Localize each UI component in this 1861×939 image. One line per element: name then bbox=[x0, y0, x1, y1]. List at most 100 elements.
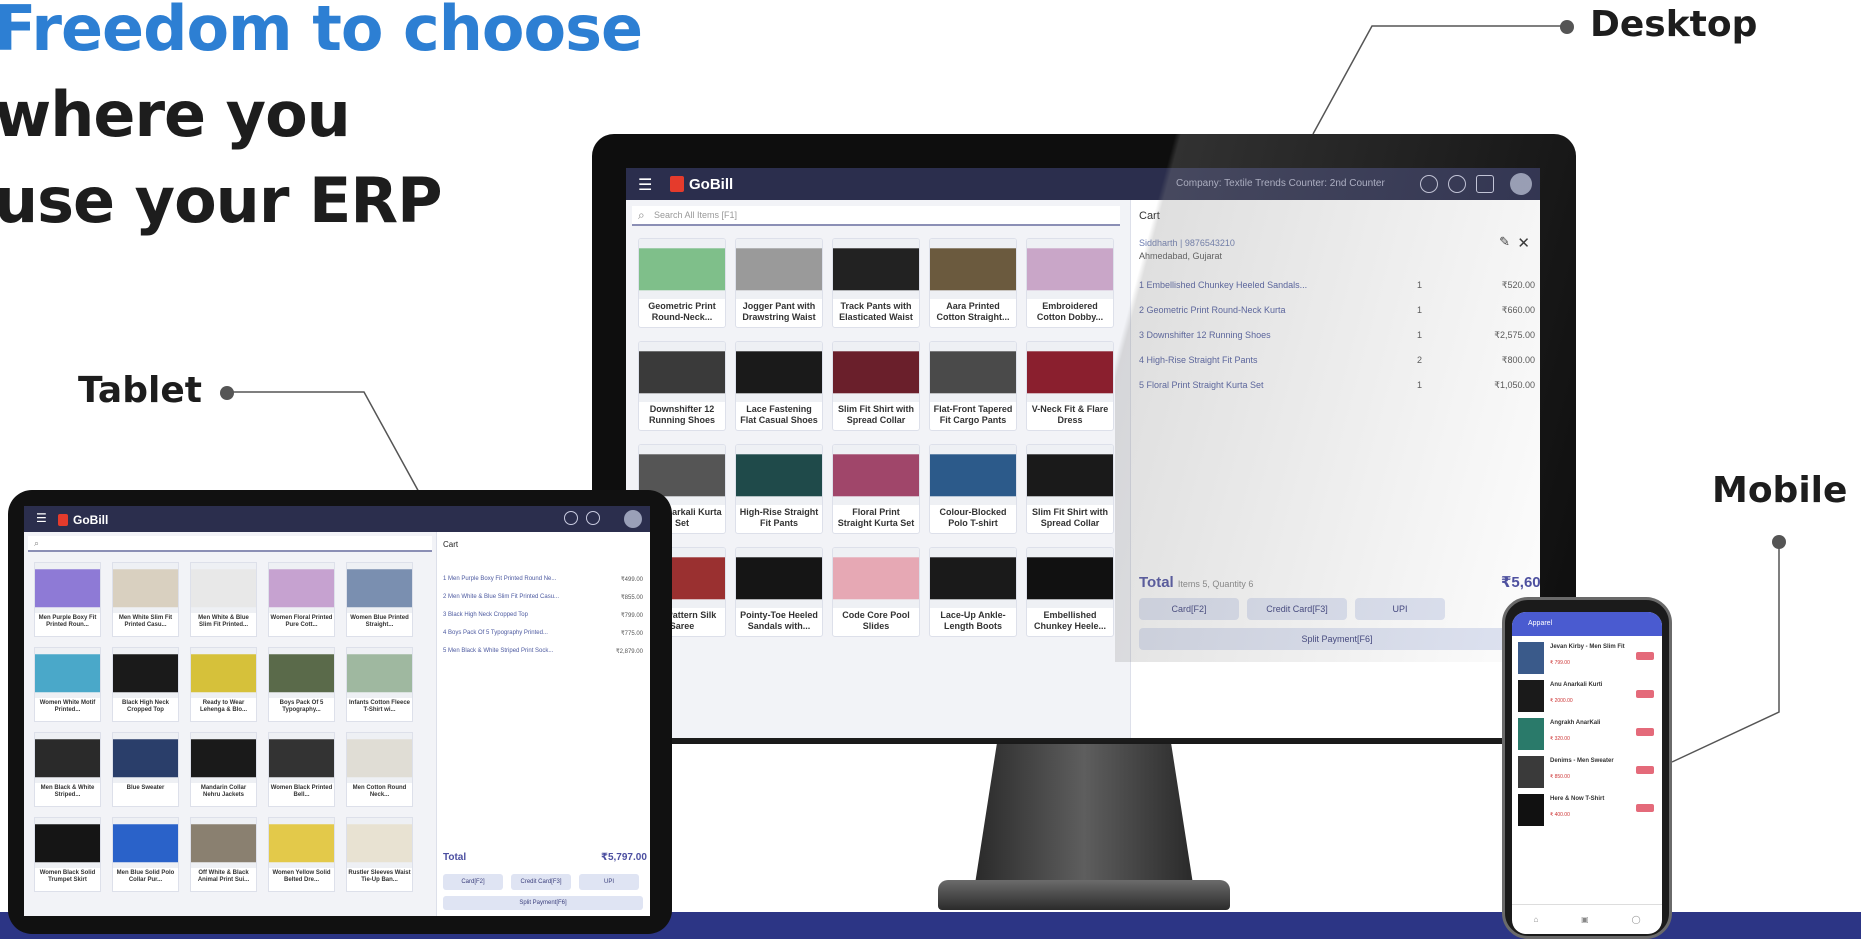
cart-line-item[interactable]: 5 Men Black & White Striped Print Sock..… bbox=[443, 648, 643, 655]
product-card[interactable]: Women Black Printed Bell... bbox=[268, 732, 335, 807]
search-icon: ⌕ bbox=[34, 538, 40, 548]
product-card[interactable]: Embellished Chunkey Heele... bbox=[1026, 547, 1114, 637]
split-payment-button[interactable]: Split Payment[F6] bbox=[1139, 628, 1535, 650]
product-card[interactable]: Women Yellow Solid Belted Dre... bbox=[268, 817, 335, 892]
mobile-product-row[interactable]: Here & Now T-Shirt ₹ 400.00 bbox=[1518, 794, 1656, 828]
product-image bbox=[191, 563, 256, 613]
product-card[interactable]: Downshifter 12 Running Shoes bbox=[638, 341, 726, 431]
cart-line-item[interactable]: 4 High-Rise Straight Fit Pants 2 ₹800.00 bbox=[1139, 355, 1535, 369]
cart-line-item[interactable]: 2 Men White & Blue Slim Fit Printed Casu… bbox=[443, 594, 643, 601]
product-card[interactable]: Men Purple Boxy Fit Printed Roun... bbox=[34, 562, 101, 637]
mobile-product-row[interactable]: Anu Anarkali Kurti ₹ 2000.00 bbox=[1518, 680, 1656, 714]
product-card[interactable]: Men Black & White Striped... bbox=[34, 732, 101, 807]
cart-customer[interactable]: Siddharth | 9876543210 bbox=[1139, 238, 1235, 248]
product-card[interactable]: Mandarin Collar Nehru Jackets bbox=[190, 732, 257, 807]
product-card[interactable]: Men Cotton Round Neck... bbox=[346, 732, 413, 807]
cart-line-item[interactable]: 3 Downshifter 12 Running Shoes 1 ₹2,575.00 bbox=[1139, 330, 1535, 344]
credit-card-button[interactable]: Credit Card[F3] bbox=[1247, 598, 1347, 620]
add-button[interactable] bbox=[1636, 728, 1654, 736]
product-name: Code Core Pool Slides bbox=[842, 610, 910, 631]
cart-line-qty: 2 bbox=[1417, 355, 1423, 365]
product-card[interactable]: Floral Print Straight Kurta Set bbox=[832, 444, 920, 534]
product-card[interactable]: Black High Neck Cropped Top bbox=[112, 647, 179, 722]
cart-line-item[interactable]: 5 Floral Print Straight Kurta Set 1 ₹1,050… bbox=[1139, 380, 1535, 394]
product-name: Women Black Printed Bell... bbox=[270, 785, 333, 798]
product-name: Black High Neck Cropped Top bbox=[121, 700, 170, 713]
callout-desktop-dot bbox=[1560, 20, 1574, 34]
product-card[interactable]: High-Rise Straight Fit Pants bbox=[735, 444, 823, 534]
product-card[interactable]: Embroidered Cotton Dobby... bbox=[1026, 238, 1114, 328]
product-card[interactable]: Women Blue Printed Straight... bbox=[346, 562, 413, 637]
cart-line-item[interactable]: 4 Boys Pack Of 5 Typography Printed... ₹7… bbox=[443, 630, 643, 637]
mobile-product-row[interactable]: Denims - Men Sweater ₹ 850.00 bbox=[1518, 756, 1656, 790]
mobile-bottom-nav: ⌂ ▣ ◯ bbox=[1512, 904, 1662, 934]
search-input[interactable]: ⌕ bbox=[28, 536, 432, 552]
product-card[interactable]: Track Pants with Elasticated Waist bbox=[832, 238, 920, 328]
product-card[interactable]: Rustler Sleeves Waist Tie-Up Ban... bbox=[346, 817, 413, 892]
product-card[interactable]: Flat-Front Tapered Fit Cargo Pants bbox=[929, 341, 1017, 431]
cart-line-item[interactable]: 1 Embellished Chunkey Heeled Sandals... 1… bbox=[1139, 280, 1535, 294]
add-button[interactable] bbox=[1636, 766, 1654, 774]
product-price: ₹ 850.00 bbox=[1550, 774, 1570, 780]
home-icon[interactable]: ⌂ bbox=[1533, 915, 1538, 924]
product-card[interactable]: Lace-Up Ankle-Length Boots bbox=[929, 547, 1017, 637]
profile-icon[interactable]: ◯ bbox=[1632, 915, 1641, 924]
product-card[interactable]: Pointy-Toe Heeled Sandals with... bbox=[735, 547, 823, 637]
close-icon[interactable]: ✕ bbox=[1517, 234, 1530, 252]
edit-icon[interactable]: ✎ bbox=[1499, 234, 1510, 250]
product-card[interactable]: Aara Printed Cotton Straight... bbox=[929, 238, 1017, 328]
sync-icon[interactable] bbox=[1420, 175, 1438, 193]
mobile-product-row[interactable]: Angrakh AnarKali ₹ 320.00 bbox=[1518, 718, 1656, 752]
upi-button[interactable]: UPI bbox=[579, 874, 639, 890]
cart-line-price: ₹2,575.00 bbox=[1494, 330, 1535, 340]
product-card[interactable]: Men White & Blue Slim Fit Printed... bbox=[190, 562, 257, 637]
search-input[interactable]: ⌕ Search All Items [F1] bbox=[632, 206, 1120, 226]
card-button[interactable]: Card[F2] bbox=[443, 874, 503, 890]
refresh-icon[interactable] bbox=[586, 511, 600, 525]
product-name: Boys Pack Of 5 Typography... bbox=[279, 700, 324, 713]
headline-line-1: Freedom to choose bbox=[0, 0, 643, 65]
product-card[interactable]: Slim Fit Shirt with Spread Collar bbox=[832, 341, 920, 431]
product-card[interactable]: Colour-Blocked Polo T-shirt bbox=[929, 444, 1017, 534]
product-card[interactable]: V-Neck Fit & Flare Dress bbox=[1026, 341, 1114, 431]
product-card[interactable]: Boys Pack Of 5 Typography... bbox=[268, 647, 335, 722]
cart-line-name: 3 Downshifter 12 Running Shoes bbox=[1139, 330, 1271, 340]
user-avatar[interactable] bbox=[1510, 173, 1532, 195]
cart-line-item[interactable]: 1 Men Purple Boxy Fit Printed Round Ne..… bbox=[443, 576, 643, 583]
callout-tablet-dot bbox=[220, 386, 234, 400]
product-card[interactable]: Women White Motif Printed... bbox=[34, 647, 101, 722]
product-card[interactable]: Blue Sweater bbox=[112, 732, 179, 807]
add-button[interactable] bbox=[1636, 690, 1654, 698]
product-card[interactable]: Men White Slim Fit Printed Casu... bbox=[112, 562, 179, 637]
cart-line-item[interactable]: 3 Black High Neck Cropped Top ₹799.00 bbox=[443, 612, 643, 619]
product-image bbox=[833, 445, 919, 505]
sync-icon[interactable] bbox=[564, 511, 578, 525]
product-card[interactable]: Jogger Pant with Drawstring Waist bbox=[735, 238, 823, 328]
product-card[interactable]: Off White & Black Animal Print Sui... bbox=[190, 817, 257, 892]
product-card[interactable]: Men Blue Solid Polo Collar Pur... bbox=[112, 817, 179, 892]
product-card[interactable]: Women Black Solid Trumpet Skirt bbox=[34, 817, 101, 892]
cart-line-item[interactable]: 2 Geometric Print Round-Neck Kurta 1 ₹660.… bbox=[1139, 305, 1535, 319]
calendar-icon[interactable] bbox=[1476, 175, 1494, 193]
split-payment-button[interactable]: Split Payment[F6] bbox=[443, 896, 643, 910]
refresh-icon[interactable] bbox=[1448, 175, 1466, 193]
product-card[interactable]: Women Floral Printed Pure Cott... bbox=[268, 562, 335, 637]
product-card[interactable]: Geometric Print Round-Neck... bbox=[638, 238, 726, 328]
hamburger-menu-icon[interactable]: ☰ bbox=[638, 175, 652, 195]
cart-icon[interactable]: ▣ bbox=[1581, 915, 1589, 924]
add-button[interactable] bbox=[1636, 652, 1654, 660]
hamburger-menu-icon[interactable]: ☰ bbox=[36, 511, 47, 525]
add-button[interactable] bbox=[1636, 804, 1654, 812]
product-card[interactable]: Infants Cotton Fleece T-Shirt wi... bbox=[346, 647, 413, 722]
product-name: Women Blue Printed Straight... bbox=[350, 615, 409, 628]
upi-button[interactable]: UPI bbox=[1355, 598, 1445, 620]
credit-card-button[interactable]: Credit Card[F3] bbox=[511, 874, 571, 890]
user-avatar[interactable] bbox=[624, 510, 642, 528]
cart-total-label: Total bbox=[1139, 574, 1174, 591]
product-card[interactable]: Lace Fastening Flat Casual Shoes bbox=[735, 341, 823, 431]
product-card[interactable]: Code Core Pool Slides bbox=[832, 547, 920, 637]
product-card[interactable]: Ready to Wear Lehenga & Blo... bbox=[190, 647, 257, 722]
product-card[interactable]: Slim Fit Shirt with Spread Collar bbox=[1026, 444, 1114, 534]
mobile-product-row[interactable]: Jevan Kirby - Men Slim Fit ₹ 799.00 bbox=[1518, 642, 1656, 676]
card-button[interactable]: Card[F2] bbox=[1139, 598, 1239, 620]
